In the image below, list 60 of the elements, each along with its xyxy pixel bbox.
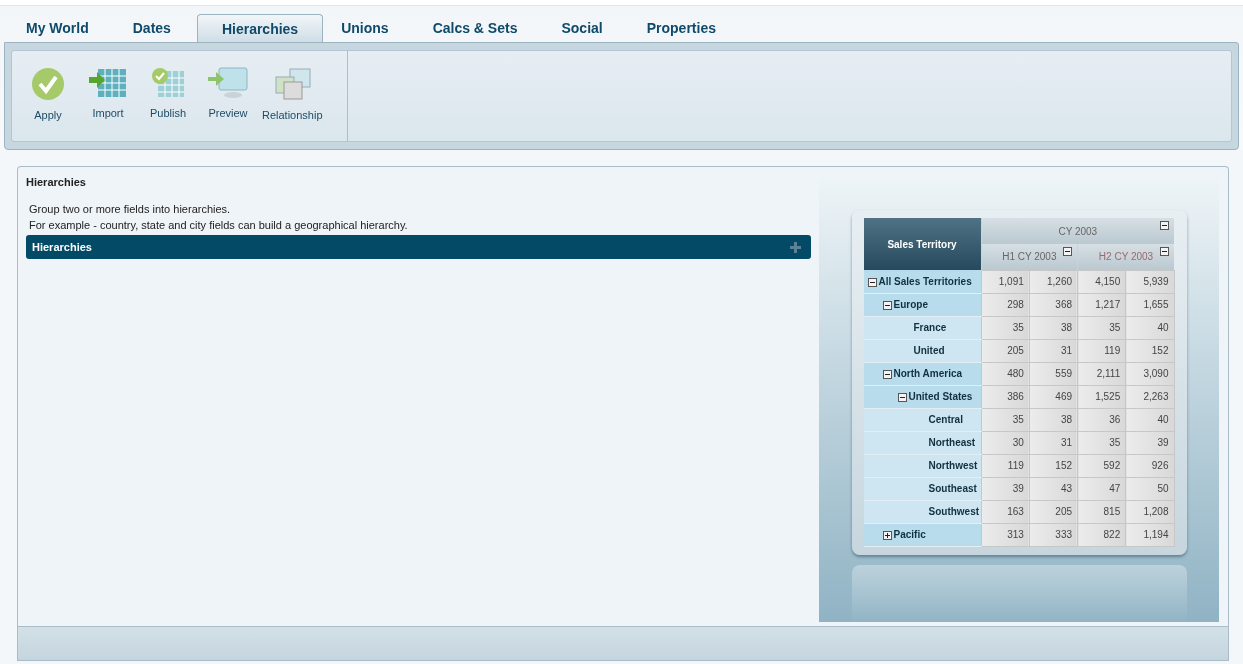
table-cell: 1,091: [981, 270, 1030, 293]
column-header: CY 2003: [981, 218, 1174, 244]
collapse-icon[interactable]: [882, 300, 892, 310]
monitor-arrow-icon: [207, 67, 249, 99]
toolbar-button[interactable]: Import: [82, 67, 134, 119]
table-cell: 119: [981, 454, 1030, 477]
collapse-icon[interactable]: [897, 392, 907, 402]
table-cell: 39: [981, 477, 1030, 500]
description-text: Group two or more fields into hierarchies.: [29, 202, 232, 217]
toolbar-button[interactable]: Apply: [22, 67, 74, 121]
row-header: Northeast: [863, 431, 982, 454]
table-cell: 205: [981, 339, 1030, 362]
row-header: All Sales Territories: [863, 270, 982, 293]
toolbar-button[interactable]: Publish: [142, 67, 194, 119]
toolbar-button[interactable]: Relationship: [262, 67, 323, 121]
table-cell: 1,260: [1029, 270, 1078, 293]
expand-icon[interactable]: [882, 530, 892, 540]
tab[interactable]: Hierarchies: [196, 14, 324, 42]
row-header: Southeast: [863, 477, 982, 500]
tab[interactable]: My World: [8, 14, 107, 42]
row-header: North America: [863, 362, 982, 385]
grid-arrow-icon: [88, 67, 128, 99]
tab[interactable]: Social: [543, 14, 621, 42]
column-header: H2 CY 2003: [1077, 244, 1174, 270]
collapse-icon[interactable]: [1160, 221, 1169, 230]
description-text: For example - country, state and city fields can build a geographical hierarchy.: [29, 218, 409, 233]
check-circle-icon: [31, 67, 65, 101]
table-cell: 480: [981, 362, 1030, 385]
tab[interactable]: Dates: [114, 14, 189, 42]
table-cell: 298: [981, 293, 1030, 316]
row-header: United States: [863, 385, 982, 408]
row-header: Europe: [863, 293, 982, 316]
row-header: Pacific: [863, 523, 982, 546]
row-header: Northwest: [863, 454, 982, 477]
row-header: France: [863, 316, 982, 339]
toolbar-button[interactable]: Preview: [202, 67, 254, 119]
panel-title: Hierarchies: [26, 176, 87, 188]
collapse-icon[interactable]: [867, 277, 877, 287]
collapse-icon[interactable]: [1063, 247, 1073, 256]
tab[interactable]: Properties: [628, 14, 734, 42]
table-cell: 4,150: [1077, 270, 1126, 293]
row-header: Southwest: [863, 500, 982, 523]
column-header: Sales Territory: [863, 218, 982, 270]
grid-badge-icon: [150, 67, 186, 99]
collapse-icon[interactable]: [1160, 247, 1169, 256]
section-title: Hierarchies: [32, 241, 92, 253]
collapse-icon[interactable]: [882, 369, 892, 379]
tab[interactable]: Calcs & Sets: [414, 14, 536, 42]
table-cell: 163: [981, 500, 1030, 523]
table-cell: 386: [981, 385, 1030, 408]
table-cell: 313: [981, 523, 1030, 546]
column-header: H1 CY 2003: [981, 244, 1078, 270]
table-cell: 30: [981, 431, 1030, 454]
table-cell: 35: [981, 408, 1030, 431]
row-header: Central: [863, 408, 982, 431]
row-header: United: [863, 339, 982, 362]
tab[interactable]: Unions: [323, 14, 407, 42]
windows-icon: [272, 67, 313, 101]
table-cell: 5,939: [1125, 270, 1174, 293]
table-cell: 35: [981, 316, 1030, 339]
